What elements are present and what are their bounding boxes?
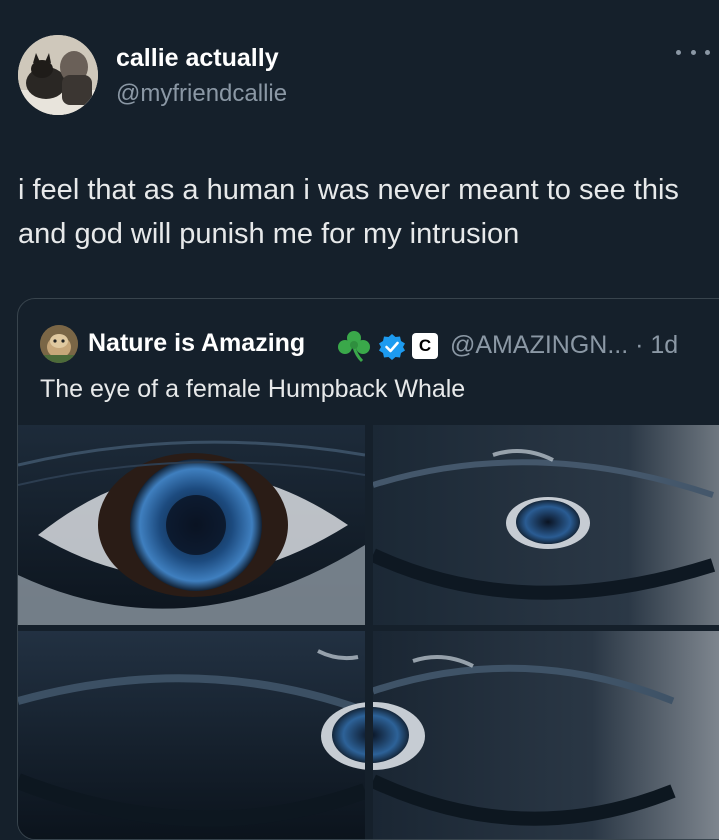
whale-eye-photo-4[interactable]	[373, 631, 719, 839]
quoted-tweet-text: The eye of a female Humpback Whale	[40, 375, 466, 403]
quoted-avatar-image	[40, 325, 78, 363]
quoted-tweet-card[interactable]: Nature is Amazing C @AMAZINGN... · 1d Th…	[17, 298, 719, 840]
avatar[interactable]	[18, 35, 98, 115]
whale-eye-photo-1[interactable]	[18, 425, 365, 625]
more-options-icon[interactable]	[676, 42, 710, 62]
user-handle[interactable]: @myfriendcallie	[116, 80, 287, 108]
quoted-avatar[interactable]	[40, 325, 78, 363]
quoted-handle-time[interactable]: @AMAZINGN... · 1d	[450, 331, 678, 360]
affiliate-badge-icon: C	[412, 333, 438, 359]
avatar-image	[18, 35, 98, 115]
whale-eye-photo-3[interactable]	[18, 631, 365, 839]
display-name[interactable]: callie actually	[116, 44, 279, 73]
quoted-display-name[interactable]: Nature is Amazing	[88, 329, 305, 358]
whale-eye-photo-2[interactable]	[373, 425, 719, 625]
tweet-text: i feel that as a human i was never meant…	[18, 174, 679, 250]
verified-badge-icon	[379, 334, 405, 360]
shamrock-icon	[338, 331, 370, 363]
